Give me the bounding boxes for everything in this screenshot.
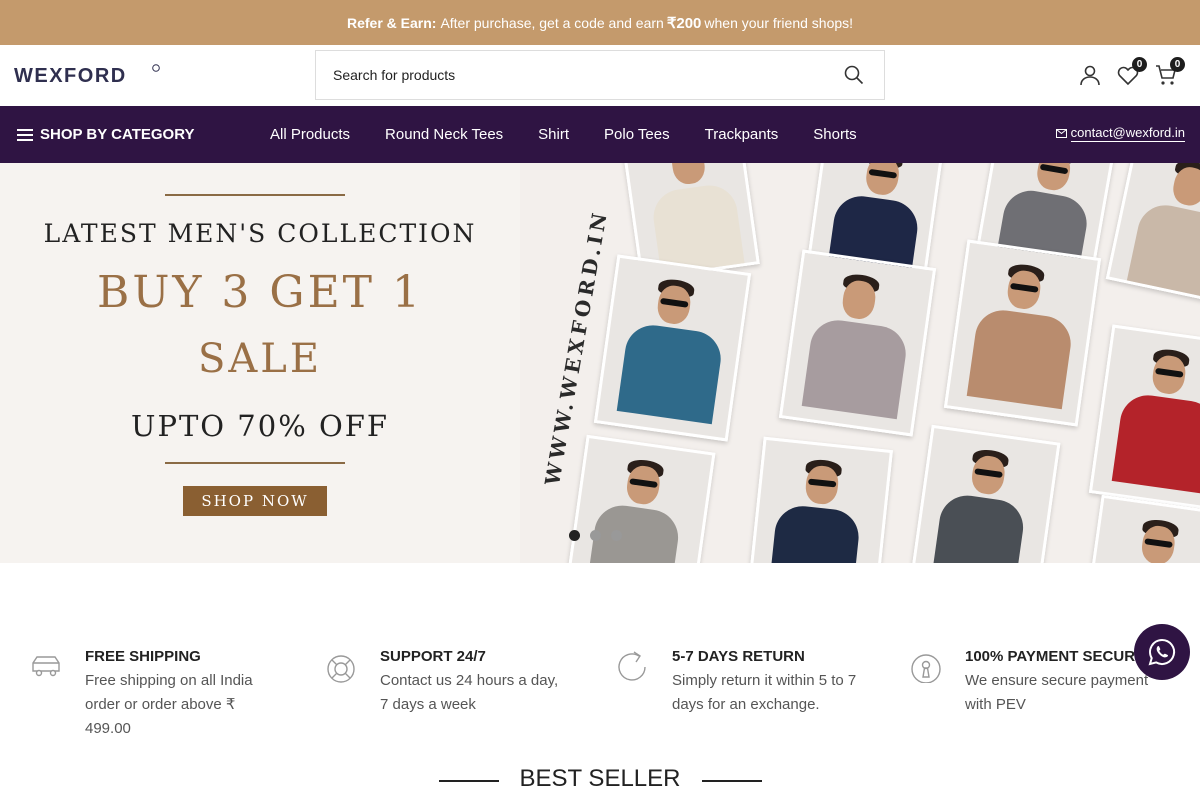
logo-text: WEXFORD bbox=[14, 65, 127, 87]
model-photo bbox=[778, 249, 937, 437]
feature-description: Simply return it within 5 to 7 days for … bbox=[672, 672, 857, 713]
contact-email-link[interactable]: contact@wexford.in bbox=[1055, 125, 1185, 142]
feature-title: SUPPORT 24/7 bbox=[380, 648, 486, 665]
mail-icon bbox=[1055, 129, 1067, 138]
search-icon[interactable] bbox=[844, 65, 864, 85]
wexford-logo-icon: WEXFORD bbox=[14, 64, 160, 87]
wishlist-heart-icon[interactable]: 0 bbox=[1116, 57, 1147, 87]
shop-now-button[interactable]: SHOP NOW bbox=[183, 486, 327, 516]
site-header: WEXFORD 0 0 bbox=[0, 45, 1200, 106]
features-row: FREE SHIPPING Free shipping on all India… bbox=[0, 645, 1200, 745]
truck-icon bbox=[30, 649, 64, 683]
lifebuoy-icon bbox=[325, 649, 359, 683]
return-arrow-icon bbox=[617, 649, 651, 683]
cart-count-badge: 0 bbox=[1170, 57, 1185, 72]
best-seller-title: BEST SELLER bbox=[519, 765, 681, 792]
lock-icon bbox=[910, 649, 944, 684]
slider-dot-3[interactable] bbox=[611, 530, 622, 541]
logo[interactable]: WEXFORD bbox=[14, 63, 162, 87]
slider-dot-1[interactable] bbox=[569, 530, 580, 541]
banner-collection-title: LATEST MEN'S COLLECTION bbox=[43, 219, 477, 248]
slider-dot-2[interactable] bbox=[590, 530, 601, 541]
search-bar bbox=[315, 50, 885, 100]
hamburger-menu-icon bbox=[17, 128, 33, 141]
banner-offer-title: BUY 3 GET 1 bbox=[96, 267, 424, 318]
model-photo bbox=[1105, 163, 1200, 304]
feature-description: Free shipping on all India order or orde… bbox=[85, 672, 253, 737]
nav-round-neck-tees[interactable]: Round Neck Tees bbox=[385, 126, 503, 143]
banner-text-panel: LATEST MEN'S COLLECTION BUY 3 GET 1 SALE… bbox=[0, 163, 520, 563]
whatsapp-icon bbox=[1148, 638, 1176, 666]
banner-divider-top bbox=[165, 194, 345, 196]
nav-all-products[interactable]: All Products bbox=[270, 126, 350, 143]
feature-title: 5-7 DAYS RETURN bbox=[672, 648, 805, 665]
wishlist-count-badge: 0 bbox=[1132, 57, 1147, 72]
shop-by-category-toggle[interactable]: SHOP BY CATEGORY bbox=[17, 106, 194, 163]
referral-promo-bar: Refer & Earn: After purchase, get a code… bbox=[0, 0, 1200, 45]
section-title-line-right bbox=[702, 780, 762, 782]
promo-text-after: when your friend shops! bbox=[704, 14, 854, 31]
nav-trackpants[interactable]: Trackpants bbox=[705, 126, 779, 143]
model-photo bbox=[564, 434, 716, 563]
banner-divider-bottom bbox=[165, 462, 345, 464]
search-input[interactable] bbox=[316, 51, 796, 99]
banner-sale-title: SALE bbox=[197, 336, 323, 382]
contact-email: contact@wexford.in bbox=[1070, 125, 1185, 142]
feature-description: Contact us 24 hours a day, 7 days a week bbox=[380, 672, 559, 713]
cart-icon[interactable]: 0 bbox=[1154, 57, 1185, 87]
nav-shorts[interactable]: Shorts bbox=[813, 126, 856, 143]
shop-by-category-label: SHOP BY CATEGORY bbox=[40, 126, 195, 143]
nav-shirt[interactable]: Shirt bbox=[538, 126, 569, 143]
category-menu: All Products Round Neck Tees Shirt Polo … bbox=[270, 106, 892, 163]
promo-amount: ₹200 bbox=[666, 14, 702, 32]
slider-dots bbox=[569, 530, 632, 541]
model-photo bbox=[1088, 324, 1200, 512]
model-photo bbox=[943, 239, 1102, 427]
model-photo bbox=[593, 254, 752, 442]
model-photo bbox=[909, 424, 1061, 563]
nav-polo-tees[interactable]: Polo Tees bbox=[604, 126, 670, 143]
model-photo bbox=[746, 436, 894, 563]
feature-description: We ensure secure payment with PEV bbox=[965, 672, 1149, 713]
banner-discount-title: UPTO 70% OFF bbox=[131, 409, 389, 443]
feature-title: 100% PAYMENT SECURE bbox=[965, 648, 1146, 665]
whatsapp-chat-button[interactable] bbox=[1134, 624, 1190, 680]
main-navigation: SHOP BY CATEGORY All Products Round Neck… bbox=[0, 106, 1200, 163]
promo-lead: Refer & Earn: bbox=[346, 14, 437, 31]
hero-banner[interactable]: LATEST MEN'S COLLECTION BUY 3 GET 1 SALE… bbox=[0, 163, 1200, 563]
promo-text-before: After purchase, get a code and earn bbox=[440, 14, 664, 31]
feature-title: FREE SHIPPING bbox=[85, 648, 201, 665]
account-icon[interactable] bbox=[1078, 63, 1102, 87]
